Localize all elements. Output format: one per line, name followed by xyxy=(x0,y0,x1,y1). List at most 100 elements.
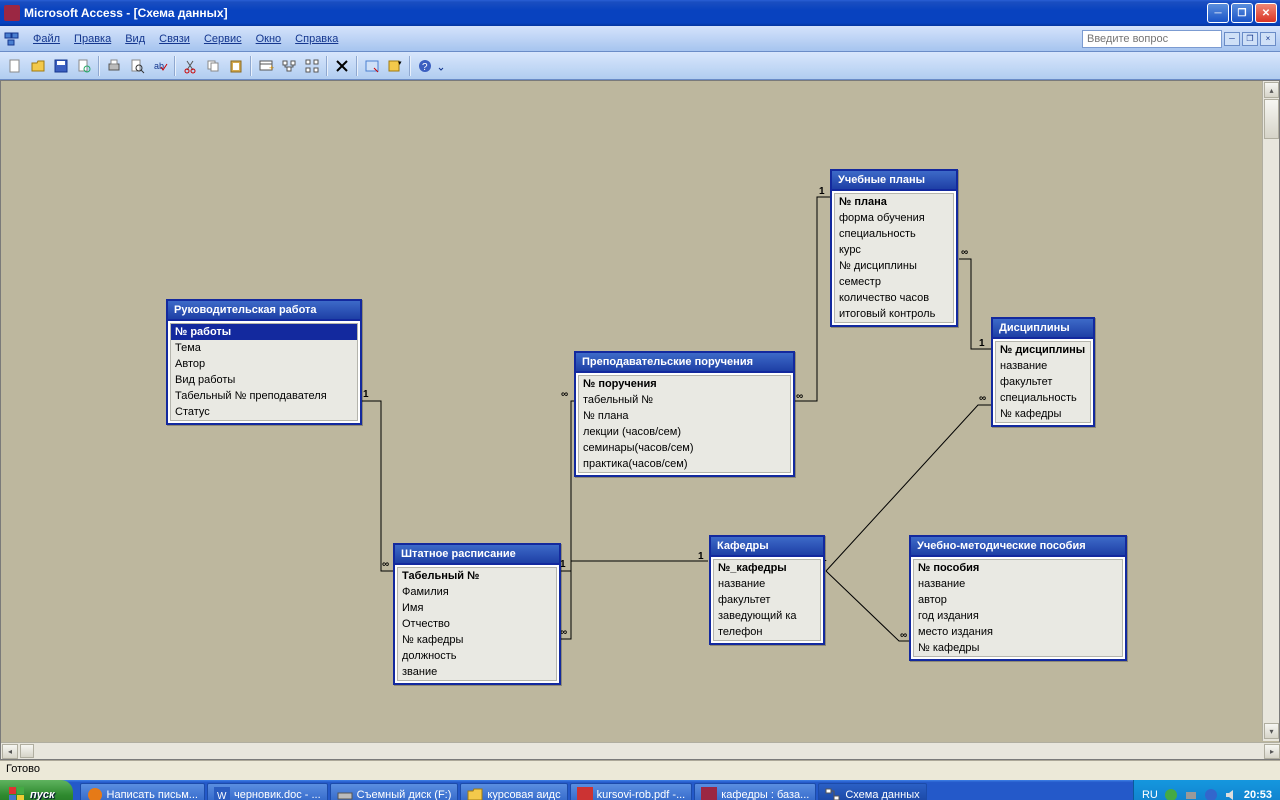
mdi-restore-button[interactable]: ❐ xyxy=(1242,32,1258,46)
clock[interactable]: 20:53 xyxy=(1244,789,1272,800)
relationship-canvas[interactable]: 1 ∞ 1 ∞ ∞ 1 ∞ 1 ∞ 1 1 ∞ ∞ Руководительск… xyxy=(0,80,1280,760)
system-tray[interactable]: RU 20:53 xyxy=(1133,780,1280,800)
table-title[interactable]: Учебные планы xyxy=(832,171,956,191)
table-title[interactable]: Руководительская работа xyxy=(168,301,360,321)
table-title[interactable]: Преподавательские поручения xyxy=(576,353,793,373)
task-item[interactable]: Wчерновик.doc - ... xyxy=(207,783,328,800)
table-title[interactable]: Учебно-методические пособия xyxy=(911,537,1125,557)
minimize-button[interactable]: ─ xyxy=(1207,3,1229,23)
field[interactable]: год издания xyxy=(914,608,1122,624)
scroll-right-icon[interactable]: ▸ xyxy=(1264,744,1280,759)
field[interactable]: № дисциплины xyxy=(996,342,1090,358)
mdi-close-button[interactable]: × xyxy=(1260,32,1276,46)
field[interactable]: место издания xyxy=(914,624,1122,640)
preview-button[interactable] xyxy=(126,55,148,77)
field[interactable]: количество часов xyxy=(835,290,953,306)
field[interactable]: форма обучения xyxy=(835,210,953,226)
menu-service[interactable]: Сервис xyxy=(197,31,249,47)
field[interactable]: должность xyxy=(398,648,556,664)
delete-button[interactable] xyxy=(331,55,353,77)
field[interactable]: Табельный № преподавателя xyxy=(171,388,357,404)
table-title[interactable]: Штатное расписание xyxy=(395,545,559,565)
menu-file[interactable]: Файл xyxy=(26,31,67,47)
field[interactable]: Табельный № xyxy=(398,568,556,584)
field[interactable]: название xyxy=(714,576,820,592)
field[interactable]: Вид работы xyxy=(171,372,357,388)
field[interactable]: звание xyxy=(398,664,556,680)
field[interactable]: Фамилия xyxy=(398,584,556,600)
paste-button[interactable] xyxy=(225,55,247,77)
show-direct-button[interactable] xyxy=(278,55,300,77)
search-file-button[interactable] xyxy=(73,55,95,77)
show-all-button[interactable] xyxy=(301,55,323,77)
help-question-input[interactable] xyxy=(1082,30,1222,48)
task-item[interactable]: Съемный диск (F:) xyxy=(330,783,459,800)
table-rukrab[interactable]: Руководительская работа № работы Тема Ав… xyxy=(166,299,362,425)
field[interactable]: Тема xyxy=(171,340,357,356)
start-button[interactable]: пуск xyxy=(0,780,73,800)
field[interactable]: автор xyxy=(914,592,1122,608)
menu-relations[interactable]: Связи xyxy=(152,31,197,47)
field[interactable]: семинары(часов/сем) xyxy=(579,440,790,456)
scroll-down-icon[interactable]: ▾ xyxy=(1264,723,1279,739)
maximize-button[interactable]: ❐ xyxy=(1231,3,1253,23)
clear-layout-button[interactable] xyxy=(361,55,383,77)
save-button[interactable] xyxy=(50,55,72,77)
scroll-up-icon[interactable]: ▴ xyxy=(1264,82,1279,98)
field[interactable]: семестр xyxy=(835,274,953,290)
field[interactable]: № поручения xyxy=(579,376,790,392)
field[interactable]: специальность xyxy=(996,390,1090,406)
field[interactable]: телефон xyxy=(714,624,820,640)
table-prep[interactable]: Преподавательские поручения № поручения … xyxy=(574,351,795,477)
print-button[interactable] xyxy=(103,55,125,77)
field[interactable]: курс xyxy=(835,242,953,258)
field[interactable]: №_кафедры xyxy=(714,560,820,576)
help-button[interactable]: ? xyxy=(414,55,436,77)
table-posob[interactable]: Учебно-методические пособия № пособия на… xyxy=(909,535,1127,661)
open-button[interactable] xyxy=(27,55,49,77)
field[interactable]: Автор xyxy=(171,356,357,372)
vertical-scrollbar[interactable]: ▴ ▾ xyxy=(1262,81,1279,741)
field[interactable]: название xyxy=(996,358,1090,374)
table-title[interactable]: Кафедры xyxy=(711,537,823,557)
db-window-button[interactable]: ▾ xyxy=(384,55,406,77)
new-button[interactable] xyxy=(4,55,26,77)
cut-button[interactable] xyxy=(179,55,201,77)
lang-indicator[interactable]: RU xyxy=(1142,789,1158,800)
field[interactable]: лекции (часов/сем) xyxy=(579,424,790,440)
field[interactable]: факультет xyxy=(996,374,1090,390)
menu-window[interactable]: Окно xyxy=(249,31,289,47)
field[interactable]: № плана xyxy=(835,194,953,210)
field[interactable]: практика(часов/сем) xyxy=(579,456,790,472)
field[interactable]: Имя xyxy=(398,600,556,616)
field[interactable]: факультет xyxy=(714,592,820,608)
tray-icon[interactable] xyxy=(1164,788,1178,800)
task-item[interactable]: кафедры : база... xyxy=(694,783,816,800)
toolbar-overflow[interactable] xyxy=(437,55,445,77)
scroll-thumb[interactable] xyxy=(1264,99,1279,139)
scroll-thumb-h[interactable] xyxy=(20,744,34,758)
task-item-active[interactable]: Схема данных xyxy=(818,783,926,800)
field[interactable]: табельный № xyxy=(579,392,790,408)
field[interactable]: итоговый контроль xyxy=(835,306,953,322)
field[interactable]: № плана xyxy=(579,408,790,424)
volume-icon[interactable] xyxy=(1224,788,1238,800)
table-disc[interactable]: Дисциплины № дисциплины название факульт… xyxy=(991,317,1095,427)
scroll-left-icon[interactable]: ◂ xyxy=(2,744,18,759)
field[interactable]: № кафедры xyxy=(398,632,556,648)
field[interactable]: специальность xyxy=(835,226,953,242)
task-item[interactable]: курсовая аидс xyxy=(460,783,567,800)
field[interactable]: Статус xyxy=(171,404,357,420)
field[interactable]: № кафедры xyxy=(996,406,1090,422)
field[interactable]: название xyxy=(914,576,1122,592)
menu-view[interactable]: Вид xyxy=(118,31,152,47)
table-title[interactable]: Дисциплины xyxy=(993,319,1093,339)
field[interactable]: № кафедры xyxy=(914,640,1122,656)
menu-edit[interactable]: Правка xyxy=(67,31,118,47)
field[interactable]: № работы xyxy=(171,324,357,340)
mdi-minimize-button[interactable]: ─ xyxy=(1224,32,1240,46)
field[interactable]: № дисциплины xyxy=(835,258,953,274)
table-kaf[interactable]: Кафедры №_кафедры название факультет зав… xyxy=(709,535,825,645)
show-table-button[interactable]: + xyxy=(255,55,277,77)
field[interactable]: № пособия xyxy=(914,560,1122,576)
